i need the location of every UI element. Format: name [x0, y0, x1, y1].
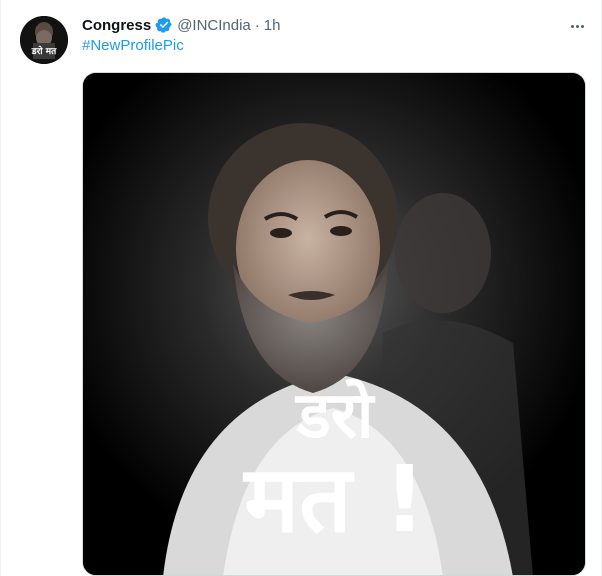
tweet[interactable]: डरो मत Congress @INCIndia · 1h #NewProfi…	[0, 0, 602, 576]
more-options-icon[interactable]	[566, 16, 588, 36]
avatar-image: डरो मत	[20, 16, 68, 64]
tweet-header: Congress @INCIndia · 1h	[82, 14, 280, 36]
separator-dot: ·	[254, 16, 260, 34]
profile-pic-image: डरो मत !	[83, 73, 585, 575]
more-dot	[575, 24, 579, 28]
avatar-text: डरो मत	[31, 45, 57, 57]
author-handle[interactable]: @INCIndia	[177, 17, 251, 34]
timestamp[interactable]: 1h	[264, 17, 281, 34]
more-dot	[580, 24, 584, 28]
image-text-line2: मत !	[242, 446, 425, 553]
author-name[interactable]: Congress	[82, 17, 151, 34]
hashtag-link[interactable]: #NewProfilePic	[82, 37, 184, 54]
image-text-line1: डरो	[295, 378, 376, 453]
avatar[interactable]: डरो मत	[20, 16, 68, 64]
more-dot	[570, 24, 574, 28]
verified-badge-icon	[155, 17, 172, 33]
tweet-media-image[interactable]: डरो मत !	[82, 72, 586, 576]
